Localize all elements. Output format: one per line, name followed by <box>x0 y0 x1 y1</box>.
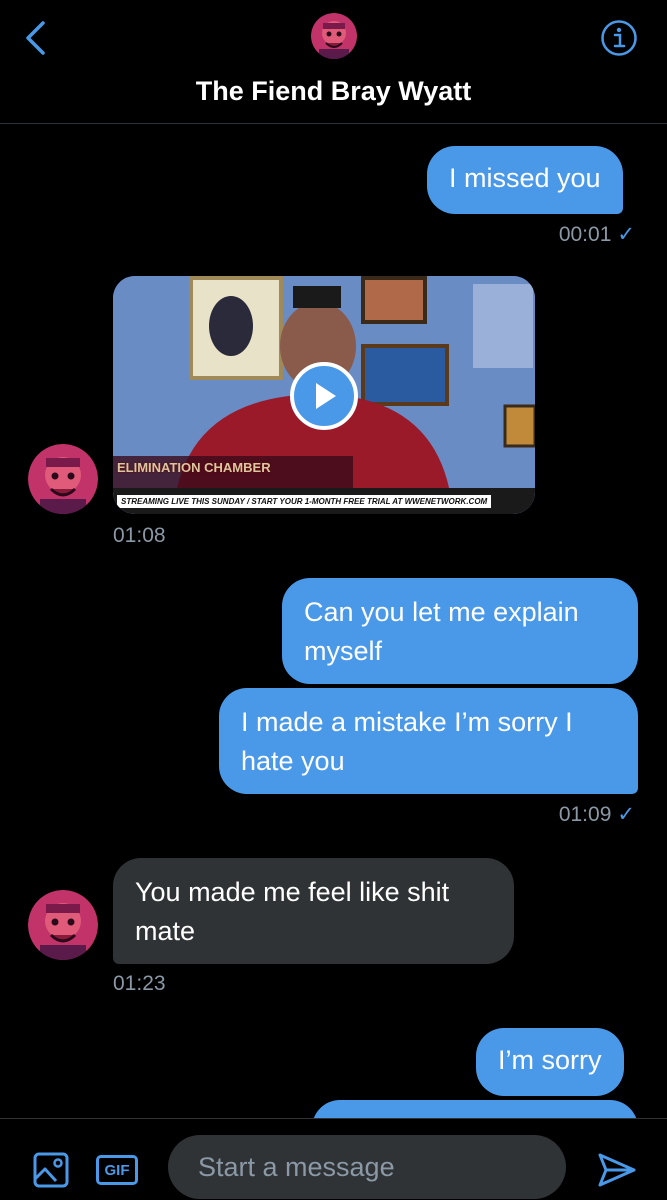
video-attachment[interactable]: ELIMINATION CHAMBER STREAMING LIVE THIS … <box>113 276 535 514</box>
avatar-image <box>311 13 357 59</box>
send-icon <box>598 1153 636 1187</box>
avatar-image <box>28 890 98 960</box>
sender-avatar[interactable] <box>28 444 98 514</box>
message-text: I missed you <box>449 163 601 193</box>
message-timestamp: 01:08 <box>113 524 166 547</box>
image-icon <box>33 1152 69 1188</box>
image-button[interactable] <box>30 1149 72 1191</box>
conversation-header: The Fiend Bray Wyatt <box>0 0 667 124</box>
message-input[interactable] <box>168 1135 566 1199</box>
play-button[interactable] <box>290 362 358 430</box>
read-check-icon: ✓ <box>617 803 635 826</box>
chevron-left-icon <box>26 21 45 55</box>
event-logo: ELIMINATION CHAMBER <box>117 460 271 475</box>
info-icon <box>601 20 637 56</box>
video-banner: STREAMING LIVE THIS SUNDAY / START YOUR … <box>117 495 492 508</box>
play-icon <box>316 383 336 409</box>
gif-button[interactable]: GIF <box>96 1155 138 1185</box>
message-bubble-outgoing[interactable]: I made a mistake I’m sorry I hate you <box>219 688 638 794</box>
message-text: You made me feel like shit mate <box>135 877 450 946</box>
avatar-image <box>28 444 98 514</box>
sender-avatar[interactable] <box>28 890 98 960</box>
message-bubble-outgoing[interactable]: I’m sorry <box>476 1028 624 1096</box>
message-timestamp: 00:01 ✓ <box>558 223 635 246</box>
read-check-icon: ✓ <box>617 223 635 246</box>
send-button[interactable] <box>594 1147 640 1193</box>
message-timestamp: 01:09 ✓ <box>558 803 635 826</box>
message-composer: GIF <box>0 1118 667 1200</box>
info-button[interactable] <box>599 18 639 58</box>
message-bubble-incoming[interactable]: You made me feel like shit mate <box>113 858 514 964</box>
message-timestamp: 01:23 <box>113 972 166 995</box>
message-text: I made a mistake I’m sorry I hate you <box>241 707 573 776</box>
message-bubble-outgoing[interactable]: Can you let me explain myself <box>282 578 638 684</box>
contact-avatar[interactable] <box>311 13 357 59</box>
back-button[interactable] <box>16 18 56 58</box>
message-text: Can you let me explain myself <box>304 597 579 666</box>
conversation-title[interactable]: The Fiend Bray Wyatt <box>0 76 667 107</box>
message-bubble-outgoing[interactable]: I missed you <box>427 146 623 214</box>
message-text: I’m sorry <box>498 1045 602 1075</box>
